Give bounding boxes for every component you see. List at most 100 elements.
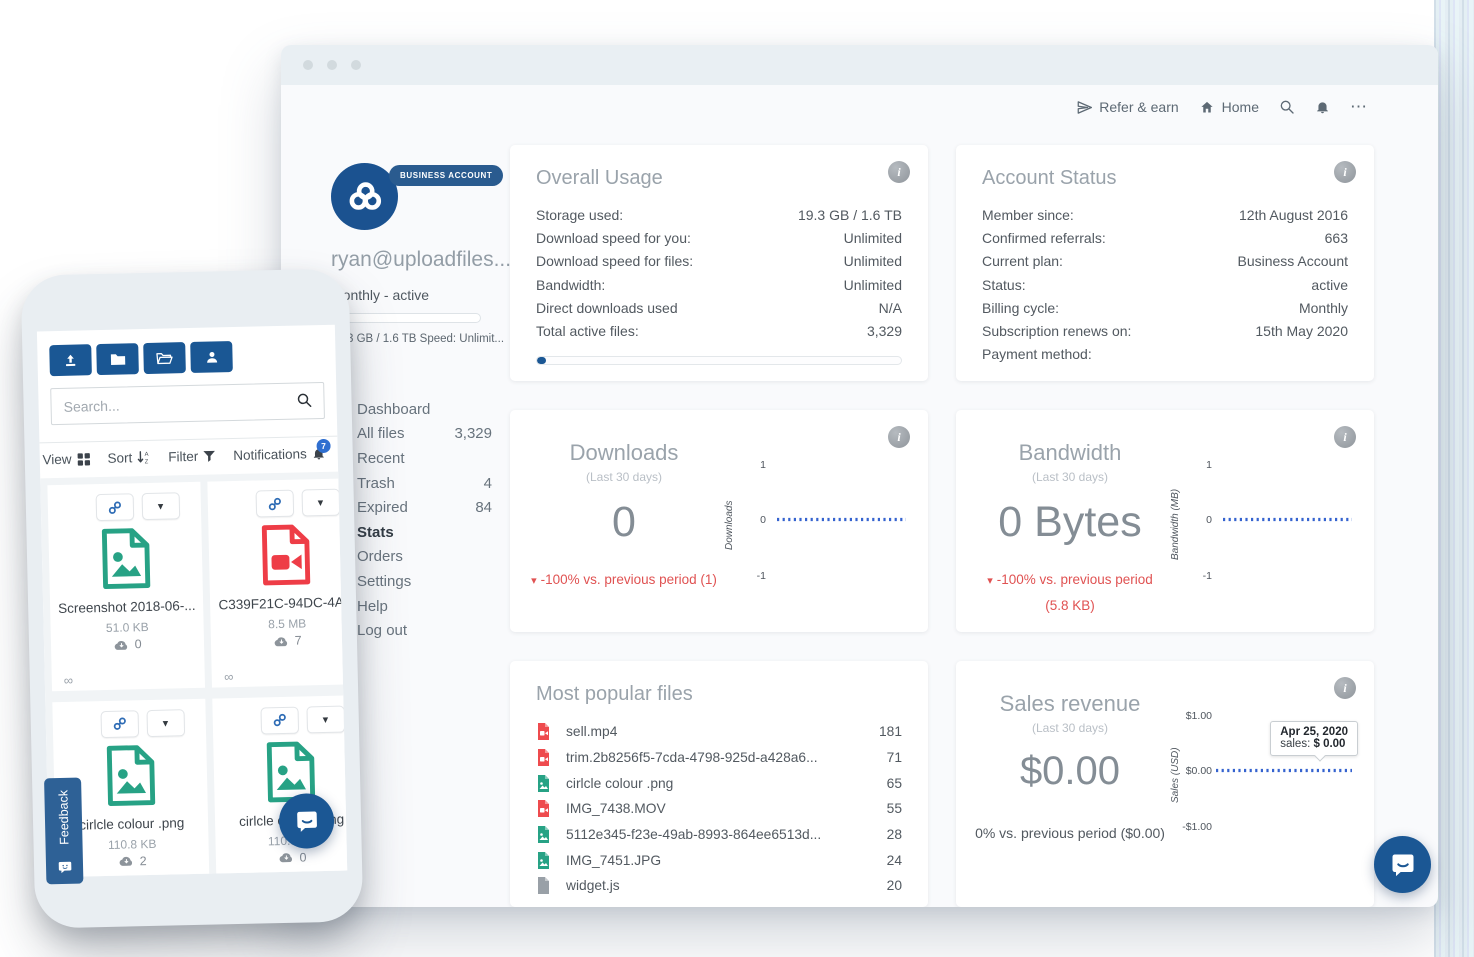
usage-row: Download speed for you:Unlimited (536, 227, 902, 250)
file-card[interactable]: ▾ cirlcle colour .png 110.8 KB 0 ∞ (213, 695, 348, 878)
copy-link-button[interactable] (100, 710, 139, 738)
svg-text:-1: -1 (1203, 570, 1212, 582)
account-email: ryan@uploadfiles... (331, 248, 506, 272)
sidebar-item-logout[interactable]: Log out (357, 618, 492, 643)
upload-button[interactable] (49, 344, 92, 376)
search-submit-button[interactable] (295, 391, 314, 414)
copy-link-button[interactable] (260, 706, 299, 734)
sort-az-icon: AZ (137, 450, 151, 465)
info-icon[interactable]: i (888, 161, 910, 183)
uploadfiles-logo[interactable] (331, 163, 398, 230)
storage-progressbar (331, 313, 481, 323)
caret-down-icon: ▾ (318, 496, 324, 509)
sidebar-item-orders[interactable]: Orders (357, 545, 492, 570)
sidebar-item-all-files[interactable]: All files3,329 (357, 422, 492, 447)
prism-streaks-decoration (1434, 0, 1474, 957)
home-icon (1199, 100, 1215, 115)
info-icon[interactable]: i (1334, 161, 1356, 183)
file-options-button[interactable]: ▾ (301, 489, 340, 517)
storage-summary-text: 19.3 GB / 1.6 TB Speed: Unlimit... (331, 333, 506, 345)
cloud-knot-logo-icon (344, 176, 386, 218)
sidebar-navigation: Dashboard All files3,329 Recent Trash4 E… (357, 397, 492, 643)
file-options-button[interactable]: ▾ (141, 492, 180, 520)
search-input[interactable] (50, 382, 325, 425)
sidebar-item-trash[interactable]: Trash4 (357, 471, 492, 496)
video-file-icon (259, 523, 312, 586)
file-size: 51.0 KB (51, 619, 205, 636)
caret-down-icon: ▾ (163, 716, 169, 729)
downloads-chart: Downloads 1 0 -1 (720, 426, 910, 616)
popular-file-row[interactable]: widget.js20 (536, 873, 902, 899)
sidebar-item-help[interactable]: Help (357, 594, 492, 619)
sales-title: Sales revenue (974, 691, 1166, 717)
notifications-control[interactable]: Notifications 7 (233, 446, 326, 463)
feedback-tab[interactable]: Feedback (44, 778, 83, 885)
all-files-count: 3,329 (454, 425, 492, 442)
popular-file-row[interactable]: cirlcle colour .png65 (536, 770, 902, 796)
popular-file-row[interactable]: 5112e345-f23e-49ab-8993-864ee6513d...28 (536, 822, 902, 848)
file-card[interactable]: ▾ Screenshot 2018-06-... 51.0 KB 0 ∞ (47, 482, 205, 691)
svg-text:-$1.00: -$1.00 (1182, 821, 1212, 833)
link-icon (107, 500, 121, 514)
svg-text:1: 1 (1206, 459, 1212, 471)
search-icon (295, 391, 313, 409)
popular-file-row[interactable]: trim.2b8256f5-7cda-4798-925d-a428a6...71 (536, 745, 902, 771)
overall-usage-card: Overall Usage i Storage used:19.3 GB / 1… (510, 145, 928, 381)
window-control-dot[interactable] (303, 60, 313, 70)
status-row: Member since:12th August 2016 (982, 204, 1348, 227)
phone-mockup: View Sort AZ Filter Notifications 7 (21, 268, 364, 928)
popular-file-row[interactable]: IMG_7451.JPG24 (536, 847, 902, 873)
search-button[interactable] (1279, 99, 1295, 115)
copy-link-button[interactable] (255, 490, 294, 518)
usage-row: Bandwidth:Unlimited (536, 274, 902, 297)
home-link[interactable]: Home (1199, 99, 1259, 115)
more-menu-button[interactable]: ⋯ (1350, 97, 1368, 117)
bandwidth-card: i Bandwidth (Last 30 days) 0 Bytes ▾-100… (956, 410, 1374, 632)
open-folder-button[interactable] (143, 342, 186, 374)
sidebar-item-stats[interactable]: Stats (357, 520, 492, 545)
status-row: Payment method: (982, 343, 1348, 366)
upload-icon (62, 352, 78, 368)
file-download-count: 0 (135, 637, 142, 651)
window-control-dot[interactable] (327, 60, 337, 70)
trash-count: 4 (484, 475, 492, 492)
downloads-subtitle: (Last 30 days) (528, 470, 720, 484)
popular-file-row[interactable]: sell.mp4181 (536, 719, 902, 745)
browser-window: Refer & earn Home ⋯ BUSINESS ACCOUNT (281, 45, 1438, 907)
filter-control[interactable]: Filter (168, 448, 216, 464)
bandwidth-subtitle: (Last 30 days) (974, 470, 1166, 484)
sort-control[interactable]: Sort AZ (107, 450, 151, 466)
expired-count: 84 (475, 499, 492, 516)
download-cloud-icon (274, 635, 289, 646)
link-icon (267, 496, 281, 510)
refer-and-earn-link[interactable]: Refer & earn (1077, 99, 1178, 115)
image-file-icon (104, 743, 157, 806)
file-card[interactable]: ▾ C339F21C-94DC-4A... 8.5 MB 7 ∞ (208, 478, 348, 687)
sidebar-item-expired[interactable]: Expired84 (357, 495, 492, 520)
popular-file-row[interactable]: IMG_7438.MOV55 (536, 796, 902, 822)
window-control-dot[interactable] (351, 60, 361, 70)
status-row: Status:active (982, 274, 1348, 297)
caret-down-icon: ▾ (158, 500, 164, 513)
generic-file-icon (536, 876, 551, 895)
notifications-button[interactable] (1315, 99, 1330, 115)
file-options-button[interactable]: ▾ (146, 709, 185, 737)
link-icon (272, 713, 286, 727)
file-downloads-count: 181 (879, 724, 902, 739)
new-folder-button[interactable] (96, 343, 139, 375)
folder-icon (109, 351, 126, 366)
svg-text:$0.00: $0.00 (1186, 765, 1212, 777)
sidebar-item-recent[interactable]: Recent (357, 446, 492, 471)
file-options-button[interactable]: ▾ (306, 705, 345, 733)
view-control[interactable]: View (42, 451, 90, 467)
chat-launcher-button[interactable] (1374, 836, 1431, 893)
sales-chart-tooltip: Apr 25, 2020 sales: $ 0.00 (1270, 721, 1358, 756)
business-account-badge: BUSINESS ACCOUNT (389, 165, 503, 186)
sidebar-item-settings[interactable]: Settings (357, 569, 492, 594)
account-button[interactable] (190, 341, 233, 373)
open-folder-icon (155, 350, 173, 365)
chat-bubble-icon (293, 808, 320, 835)
sidebar-item-dashboard[interactable]: Dashboard (357, 397, 492, 422)
image-file-icon (536, 825, 551, 844)
copy-link-button[interactable] (95, 493, 134, 521)
